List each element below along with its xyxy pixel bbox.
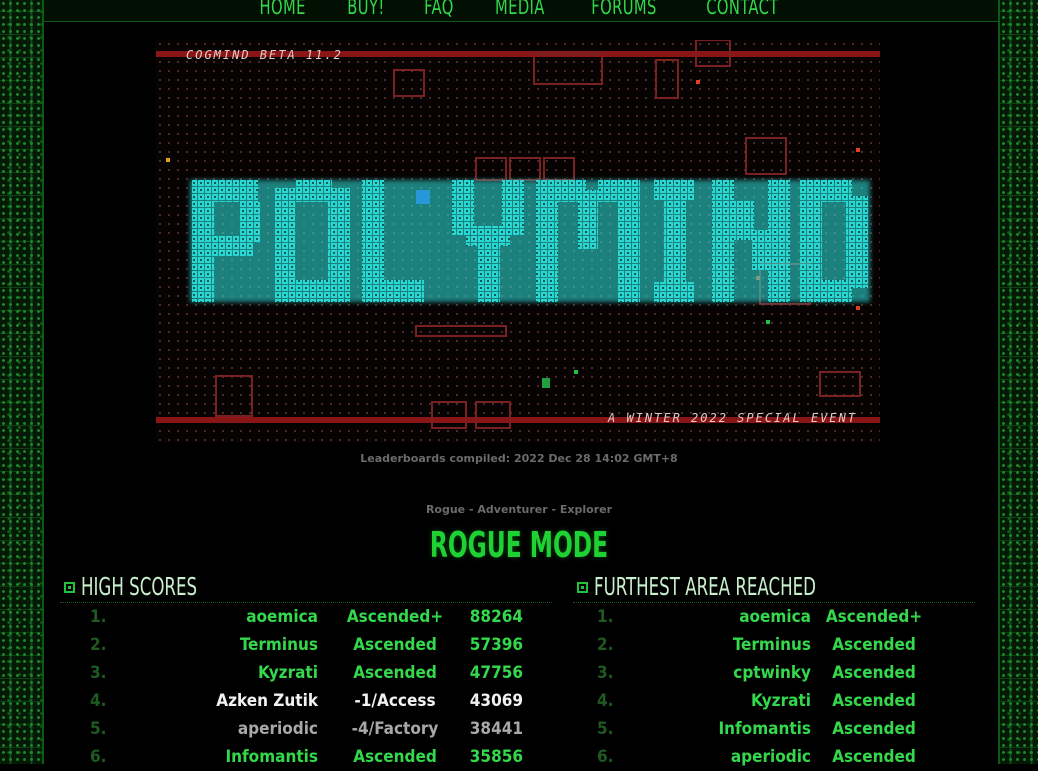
rank-label: 1.	[597, 607, 614, 627]
furthest-area-header: FURTHEST AREA REACHED	[573, 572, 975, 603]
player-name[interactable]: aperiodic	[180, 715, 318, 743]
top-nav: HOME BUY! FAQ MEDIA FORUMS CONTACT	[44, 0, 998, 22]
banner-art	[156, 40, 880, 442]
mode-link-adventurer[interactable]: Adventurer	[477, 503, 547, 516]
status-label: -4/Factory	[351, 719, 439, 739]
high-scores-list: 1. aoemica Ascended+ 88264 2. Terminus Ascende…	[60, 603, 552, 771]
nav-faq[interactable]: FAQ	[425, 0, 455, 21]
player-name[interactable]: cptwinky	[673, 659, 811, 687]
status-label: Ascended	[832, 635, 916, 655]
status-label: Ascended+	[346, 607, 444, 627]
player-name[interactable]: Kyzrati	[180, 659, 318, 687]
status-label: -1/Access	[354, 691, 436, 711]
rank-label: 3.	[597, 663, 614, 683]
mode-title: ROGUE MODE	[429, 525, 609, 566]
mode-links: Rogue - Adventurer - Explorer	[0, 503, 1038, 516]
score-value: 43069	[469, 691, 523, 711]
high-scores-header: HIGH SCORES	[60, 572, 552, 603]
status-label: Ascended	[353, 635, 437, 655]
nav-forums[interactable]: FORUMS	[591, 0, 657, 21]
furthest-area-panel: FURTHEST AREA REACHED 1. aoemica Ascended+…	[573, 572, 975, 771]
score-value: 57396	[469, 635, 523, 655]
leaderboards-compiled: Leaderboards compiled: 2022 Dec 28 14:02…	[360, 452, 678, 465]
event-banner: COGMIND BETA 11.2 A WINTER 2022 SPECIAL …	[156, 40, 880, 442]
leaderboard-row: 2. Terminus Ascended 57396	[60, 631, 552, 659]
cog-icon	[64, 581, 75, 593]
leaderboard-row: 3. cptwinky Ascended	[573, 659, 975, 687]
status-label: Ascended	[832, 719, 916, 739]
nav-media[interactable]: MEDIA	[495, 0, 545, 21]
score-value: 88264	[469, 607, 523, 627]
leaderboard-row: 6. aperiodic Ascended	[573, 743, 975, 771]
player-name[interactable]: Kyzrati	[673, 687, 811, 715]
rank-label: 5.	[597, 719, 614, 739]
player-name[interactable]: Infomantis	[180, 743, 318, 771]
banner-event: A WINTER 2022 SPECIAL EVENT	[608, 411, 858, 425]
rank-label: 4.	[90, 691, 107, 711]
rank-label: 2.	[90, 635, 107, 655]
nav-home[interactable]: HOME	[260, 0, 306, 21]
status-label: Ascended	[832, 747, 916, 767]
score-value: 38441	[469, 719, 523, 739]
score-value: 47756	[469, 663, 523, 683]
mode-link-rogue[interactable]: Rogue	[426, 503, 465, 516]
player-name[interactable]: Terminus	[673, 631, 811, 659]
rank-label: 6.	[90, 747, 107, 767]
rank-label: 1.	[90, 607, 107, 627]
furthest-area-title: FURTHEST AREA REACHED	[594, 572, 816, 601]
leaderboard-row: 4. Kyzrati Ascended	[573, 687, 975, 715]
left-circuit-border	[0, 0, 44, 764]
high-scores-title: HIGH SCORES	[81, 572, 198, 601]
leaderboard-row: 5. Infomantis Ascended	[573, 715, 975, 743]
status-label: Ascended	[353, 663, 437, 683]
status-label: Ascended	[353, 747, 437, 767]
rank-label: 2.	[597, 635, 614, 655]
player-name[interactable]: aperiodic	[673, 743, 811, 771]
rank-label: 5.	[90, 719, 107, 739]
mode-separator: -	[551, 503, 560, 516]
score-value: 35856	[469, 747, 523, 767]
mode-link-explorer[interactable]: Explorer	[560, 503, 612, 516]
player-name[interactable]: Infomantis	[673, 715, 811, 743]
leaderboard-row: 2. Terminus Ascended	[573, 631, 975, 659]
nav-contact[interactable]: CONTACT	[706, 0, 778, 21]
player-name[interactable]: Terminus	[180, 631, 318, 659]
rank-label: 3.	[90, 663, 107, 683]
leaderboard-row: 1. aoemica Ascended+	[573, 603, 975, 631]
high-scores-panel: HIGH SCORES 1. aoemica Ascended+ 88264 2. Ter…	[60, 572, 552, 771]
player-name[interactable]: aoemica	[673, 603, 811, 631]
status-label: Ascended+	[825, 607, 923, 627]
leaderboard-row: 1. aoemica Ascended+ 88264	[60, 603, 552, 631]
leaderboard-row: 5. aperiodic -4/Factory 38441	[60, 715, 552, 743]
player-name[interactable]: Azken Zutik	[180, 687, 318, 715]
banner-version: COGMIND BETA 11.2	[186, 48, 343, 62]
furthest-area-list: 1. aoemica Ascended+ 2. Terminus Ascended 3. cp…	[573, 603, 975, 771]
rank-label: 4.	[597, 691, 614, 711]
right-circuit-border	[998, 0, 1038, 764]
cog-icon	[577, 581, 588, 593]
leaderboard-row: 3. Kyzrati Ascended 47756	[60, 659, 552, 687]
nav-buy[interactable]: BUY!	[348, 0, 385, 21]
leaderboard-row: 4. Azken Zutik -1/Access 43069	[60, 687, 552, 715]
status-label: Ascended	[832, 691, 916, 711]
rank-label: 6.	[597, 747, 614, 767]
leaderboard-row: 6. Infomantis Ascended 35856	[60, 743, 552, 771]
player-name[interactable]: aoemica	[180, 603, 318, 631]
status-label: Ascended	[832, 663, 916, 683]
